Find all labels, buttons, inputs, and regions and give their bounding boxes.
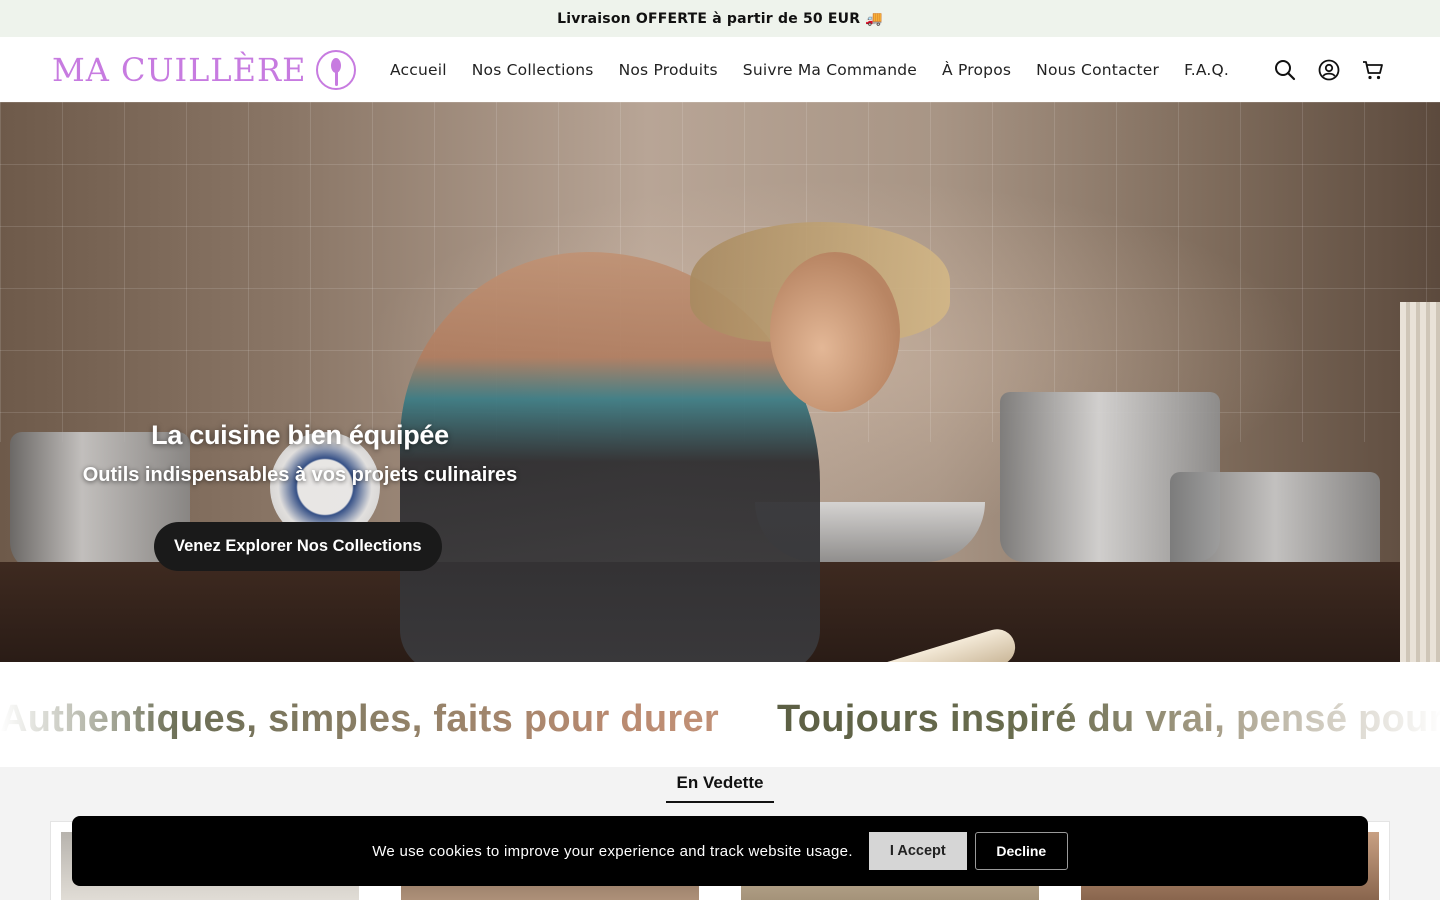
nav-item-suivre-commande[interactable]: Suivre Ma Commande [730, 61, 929, 79]
main-nav: Accueil Nos Collections Nos Produits Sui… [390, 61, 1242, 79]
hero-head [770, 252, 900, 412]
logo-text: MA CUILLÈRE [52, 50, 307, 89]
cookie-banner: We use cookies to improve your experienc… [72, 816, 1368, 886]
accept-cookies-button[interactable]: I Accept [868, 832, 967, 870]
hero-content: La cuisine bien équipée Outils indispens… [0, 420, 600, 487]
nav-item-a-propos[interactable]: À Propos [930, 61, 1024, 79]
announcement-bar: Livraison OFFERTE à partir de 50 EUR 🚚 [0, 0, 1440, 37]
site-header: MA CUILLÈRE Accueil Nos Collections Nos … [0, 37, 1440, 102]
logo[interactable]: MA CUILLÈRE [52, 49, 390, 90]
hero-pot-far [1170, 472, 1380, 572]
cart-icon[interactable] [1362, 59, 1384, 81]
nav-item-faq[interactable]: F.A.Q. [1172, 61, 1242, 79]
nav-item-produits[interactable]: Nos Produits [606, 61, 730, 79]
hero-banner: La cuisine bien équipée Outils indispens… [0, 102, 1440, 662]
header-icons [1274, 37, 1384, 102]
spoon-logo-icon [316, 49, 357, 90]
nav-item-contact[interactable]: Nous Contacter [1024, 61, 1172, 79]
account-icon[interactable] [1318, 59, 1340, 81]
decline-cookies-button[interactable]: Decline [974, 832, 1068, 870]
tab-en-vedette[interactable]: En Vedette [666, 773, 774, 803]
marquee-item: Authentiques, simples, faits pour durer [0, 698, 720, 740]
search-icon[interactable] [1274, 59, 1296, 81]
hero-subtitle: Outils indispensables à vos projets culi… [82, 464, 518, 486]
nav-item-accueil[interactable]: Accueil [390, 61, 459, 79]
nav-item-collections[interactable]: Nos Collections [459, 61, 606, 79]
announcement-text: Livraison OFFERTE à partir de 50 EUR [557, 10, 861, 27]
cookie-message: We use cookies to improve your experienc… [372, 842, 853, 860]
truck-icon: 🚚 [865, 10, 883, 27]
scrolling-text-banner: Authentiques, simples, faits pour durer … [0, 662, 1440, 767]
explore-collections-button[interactable]: Venez Explorer Nos Collections [154, 522, 442, 571]
hero-curtain [1400, 302, 1440, 662]
marquee-item: Toujours inspiré du vrai, pensé pour [777, 698, 1440, 741]
hero-title: La cuisine bien équipée [151, 420, 449, 450]
